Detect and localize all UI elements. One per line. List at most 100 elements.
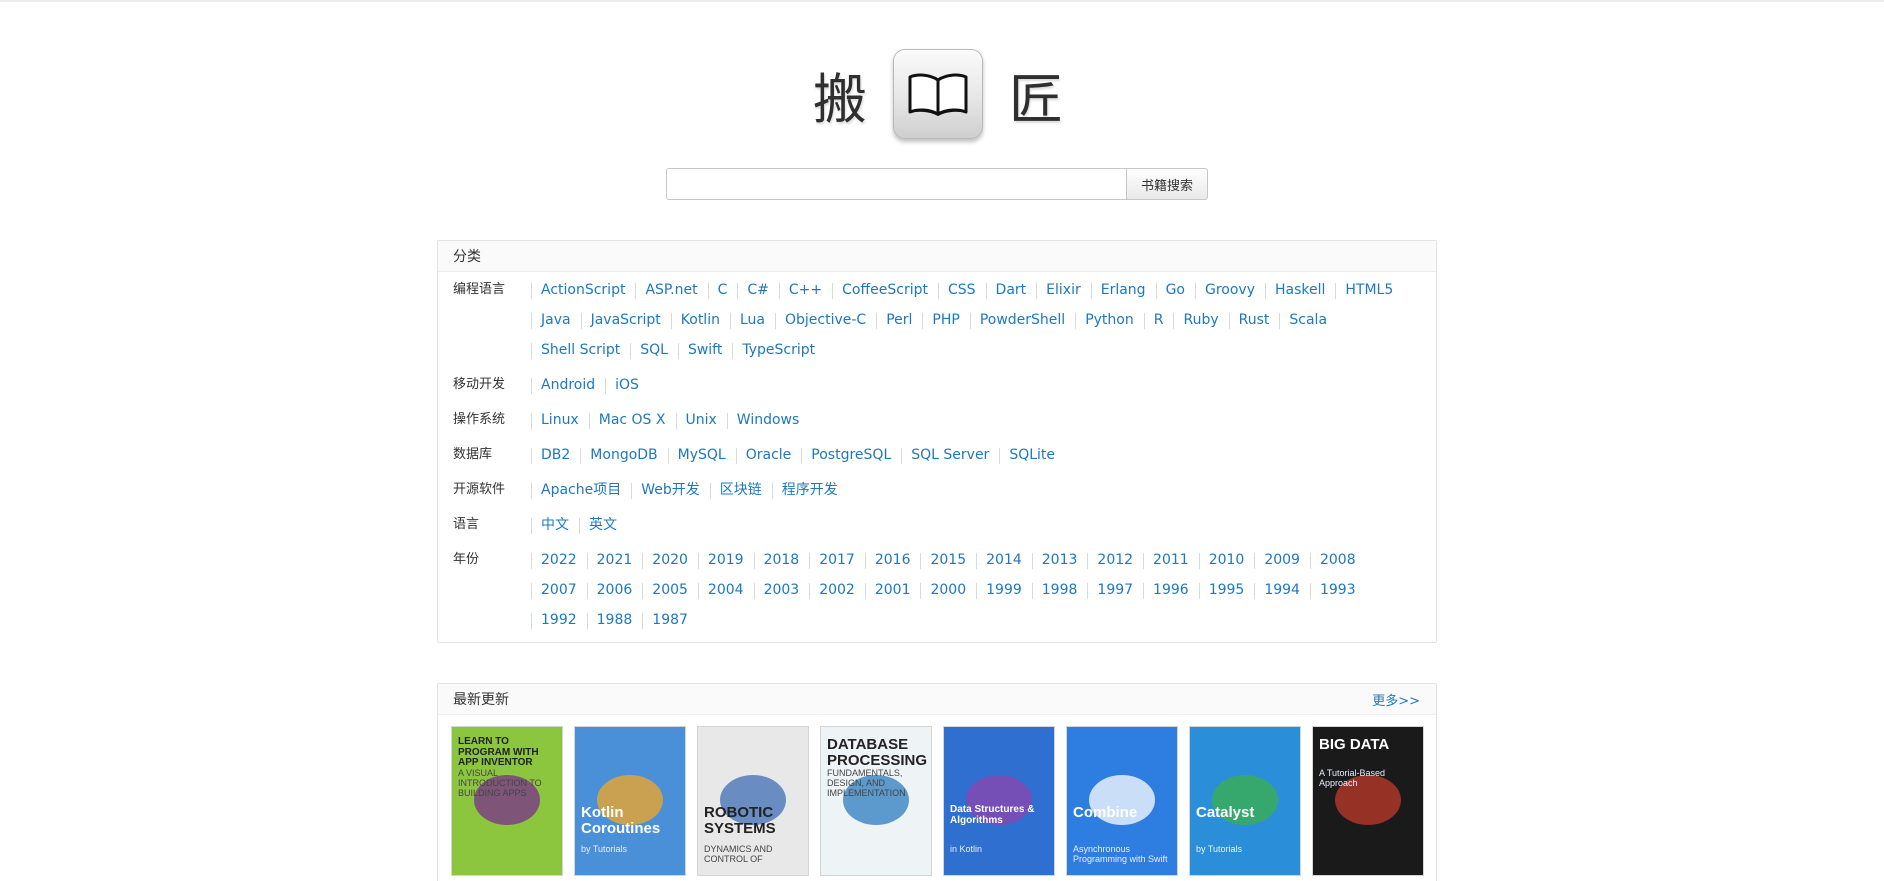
category-link[interactable]: Objective-C xyxy=(774,305,876,335)
category-link[interactable]: 2006 xyxy=(586,575,643,605)
category-links: 中文 英文 xyxy=(531,510,1436,540)
category-link[interactable]: Apache项目 xyxy=(531,475,631,505)
book-title: Catalyst xyxy=(1196,804,1255,821)
category-link[interactable]: Swift xyxy=(677,335,732,365)
category-link[interactable]: 2021 xyxy=(586,545,643,575)
category-link[interactable]: 2005 xyxy=(642,575,698,605)
category-link[interactable]: HTML5 xyxy=(1335,275,1403,305)
category-link[interactable]: SQLite xyxy=(999,440,1065,470)
category-link[interactable]: iOS xyxy=(605,370,649,400)
category-link[interactable]: Unix xyxy=(675,405,727,435)
category-link[interactable]: 2004 xyxy=(697,575,754,605)
category-link[interactable]: 区块链 xyxy=(709,475,772,505)
category-link[interactable]: Python xyxy=(1075,305,1144,335)
category-link[interactable]: 2003 xyxy=(753,575,810,605)
category-link[interactable]: 2019 xyxy=(697,545,754,575)
more-link[interactable]: 更多>> xyxy=(1372,690,1420,709)
category-link[interactable]: Scala xyxy=(1279,305,1337,335)
category-link[interactable]: 1996 xyxy=(1143,575,1199,605)
category-link[interactable]: 2022 xyxy=(531,545,587,575)
category-link[interactable]: Kotlin xyxy=(670,305,730,335)
category-link[interactable]: Oracle xyxy=(735,440,802,470)
category-link[interactable]: R xyxy=(1143,305,1174,335)
category-link[interactable]: 2020 xyxy=(642,545,698,575)
category-link[interactable]: Go xyxy=(1155,275,1195,305)
category-link[interactable]: ActionScript xyxy=(531,275,635,305)
book-cover[interactable]: Catalyst by Tutorials xyxy=(1189,726,1301,876)
category-link[interactable]: 2017 xyxy=(809,545,865,575)
search-button[interactable]: 书籍搜索 xyxy=(1126,168,1208,200)
category-link[interactable]: Groovy xyxy=(1194,275,1265,305)
category-link[interactable]: 2009 xyxy=(1254,545,1310,575)
category-link[interactable]: Ruby xyxy=(1173,305,1228,335)
category-link[interactable]: 程序开发 xyxy=(771,475,848,505)
category-link[interactable]: 2018 xyxy=(753,545,810,575)
category-link[interactable]: 2012 xyxy=(1087,545,1143,575)
category-link[interactable]: Shell Script xyxy=(531,335,630,365)
category-link[interactable]: Dart xyxy=(985,275,1037,305)
category-link[interactable]: MongoDB xyxy=(580,440,667,470)
category-link[interactable]: 1998 xyxy=(1031,575,1088,605)
category-link[interactable]: CSS xyxy=(937,275,986,305)
category-link[interactable]: 1987 xyxy=(642,605,698,635)
category-link[interactable]: Rust xyxy=(1228,305,1280,335)
category-link[interactable]: JavaScript xyxy=(580,305,671,335)
book-cover[interactable]: DATABASE PROCESSING FUNDAMENTALS, DESIGN,… xyxy=(820,726,932,876)
category-link[interactable]: Perl xyxy=(876,305,922,335)
category-link[interactable]: TypeScript xyxy=(732,335,825,365)
category-link[interactable]: 2000 xyxy=(920,575,976,605)
category-link[interactable]: Haskell xyxy=(1264,275,1335,305)
category-label: 语言 xyxy=(453,517,480,532)
category-link[interactable]: 1993 xyxy=(1309,575,1366,605)
category-link[interactable]: 2014 xyxy=(976,545,1032,575)
category-link[interactable]: C# xyxy=(737,275,779,305)
category-link[interactable]: 1988 xyxy=(586,605,643,635)
category-link[interactable]: MySQL xyxy=(667,440,736,470)
category-link[interactable]: SQL Server xyxy=(901,440,999,470)
category-link[interactable]: Java xyxy=(531,305,581,335)
category-link[interactable]: 中文 xyxy=(531,510,579,540)
category-link[interactable]: 2001 xyxy=(864,575,921,605)
category-link[interactable]: Android xyxy=(531,370,605,400)
open-book-icon xyxy=(893,49,983,139)
search-input[interactable] xyxy=(666,168,1126,200)
category-link[interactable]: 2015 xyxy=(920,545,976,575)
category-link[interactable]: 2013 xyxy=(1031,545,1088,575)
category-link[interactable]: SQL xyxy=(630,335,678,365)
category-link[interactable]: 1999 xyxy=(976,575,1032,605)
book-cover[interactable]: Combine Asynchronous Programming with Swi… xyxy=(1066,726,1178,876)
book-cover[interactable]: Kotlin Coroutines by Tutorials xyxy=(574,726,686,876)
category-link[interactable]: 1994 xyxy=(1254,575,1310,605)
category-link[interactable]: PowderShell xyxy=(969,305,1075,335)
category-link[interactable]: Mac OS X xyxy=(588,405,676,435)
category-link[interactable]: ASP.net xyxy=(635,275,707,305)
book-cover[interactable]: BIG DATA A Tutorial-Based Approach xyxy=(1312,726,1424,876)
category-link[interactable]: Linux xyxy=(531,405,589,435)
category-link[interactable]: 英文 xyxy=(579,510,627,540)
book-cover[interactable]: Data Structures & Algorithms in Kotlin xyxy=(943,726,1055,876)
book-cover[interactable]: ROBOTIC SYSTEMS DYNAMICS AND CONTROL OF xyxy=(697,726,809,876)
category-link[interactable]: 1992 xyxy=(531,605,587,635)
category-link[interactable]: Lua xyxy=(729,305,775,335)
category-link[interactable]: 2010 xyxy=(1198,545,1255,575)
category-link[interactable]: 2008 xyxy=(1309,545,1366,575)
category-link[interactable]: CoffeeScript xyxy=(832,275,938,305)
category-link[interactable]: 1995 xyxy=(1198,575,1255,605)
category-link[interactable]: 2002 xyxy=(809,575,865,605)
category-link[interactable]: C++ xyxy=(778,275,832,305)
category-link[interactable]: 2016 xyxy=(864,545,921,575)
category-link[interactable]: PostgreSQL xyxy=(801,440,901,470)
category-link[interactable]: Elixir xyxy=(1036,275,1091,305)
category-link[interactable]: 1997 xyxy=(1087,575,1143,605)
category-link[interactable]: DB2 xyxy=(531,440,580,470)
category-link[interactable]: Web开发 xyxy=(631,475,710,505)
site-logo[interactable]: 搬 匠 xyxy=(0,48,1884,140)
category-link[interactable]: Erlang xyxy=(1090,275,1156,305)
category-link[interactable]: C xyxy=(707,275,738,305)
category-link[interactable]: 2011 xyxy=(1143,545,1199,575)
category-link[interactable]: 2007 xyxy=(531,575,587,605)
category-link[interactable]: Windows xyxy=(726,405,810,435)
category-link[interactable]: PHP xyxy=(922,305,969,335)
book-cover[interactable]: LEARN TO PROGRAM WITH APP INVENTOR A VISU… xyxy=(451,726,563,876)
category-links: ActionScript ASP.net C C# C++ CoffeeScript CSS… xyxy=(531,275,1436,365)
